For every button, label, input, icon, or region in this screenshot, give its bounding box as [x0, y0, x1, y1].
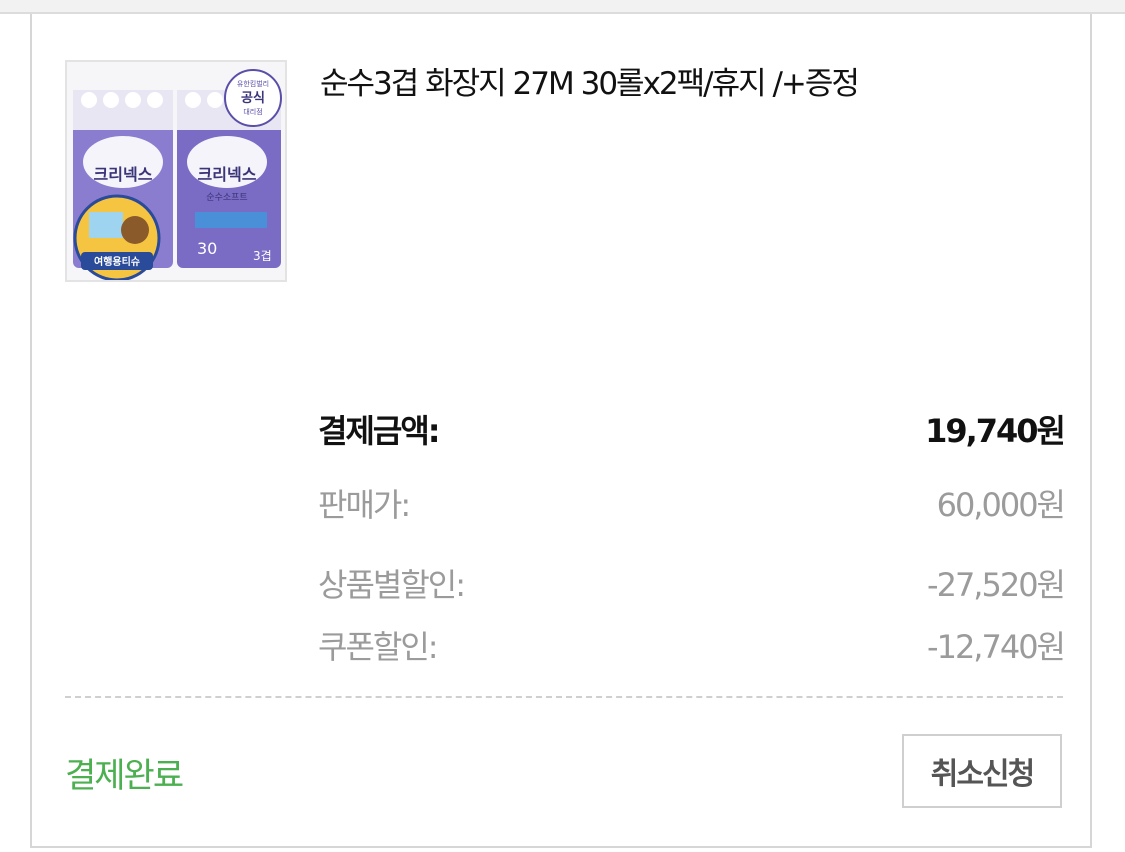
- sub-brand-text: 순수소프트: [206, 192, 247, 203]
- ply-text: 3겹: [253, 249, 272, 263]
- brand-text-left: 크리넥스: [94, 165, 153, 184]
- sale-price-row: 판매가: 60,000원: [318, 480, 1066, 524]
- total-price-label: 결제금액:: [318, 412, 441, 450]
- total-price-value: 19,740원: [925, 412, 1066, 450]
- cancel-request-button[interactable]: 취소신청: [902, 734, 1062, 808]
- order-card: 크리넥스 크리넥스 순수소프트 30 3겹 유한킴벌리 공식 대리점 여행용티슈: [30, 14, 1092, 848]
- sale-price-label: 판매가:: [318, 486, 411, 524]
- gift-label: 여행용티슈: [94, 255, 140, 268]
- badge-line3: 대리점: [243, 107, 262, 116]
- badge-line1: 유한킴벌리: [237, 79, 269, 88]
- total-price-row: 결제금액: 19,740원: [318, 406, 1066, 450]
- product-image: 크리넥스 크리넥스 순수소프트 30 3겹 유한킴벌리 공식 대리점 여행용티슈: [73, 69, 282, 280]
- order-status: 결제완료: [65, 756, 184, 796]
- badge-line2: 공식: [241, 90, 265, 106]
- coupon-discount-row: 쿠폰할인: -12,740원: [318, 622, 1066, 666]
- roll-count-text: 30: [197, 239, 217, 258]
- product-discount-label: 상품별할인:: [318, 566, 466, 604]
- coupon-discount-value: -12,740원: [927, 628, 1066, 666]
- top-divider: [0, 0, 1125, 14]
- coupon-discount-label: 쿠폰할인:: [318, 628, 439, 666]
- product-discount-value: -27,520원: [927, 566, 1066, 604]
- sale-price-value: 60,000원: [936, 486, 1066, 524]
- product-title[interactable]: 순수3겹 화장지 27M 30롤x2팩/휴지 /+증정: [320, 58, 860, 103]
- brand-text-right: 크리넥스: [198, 165, 257, 184]
- product-discount-row: 상품별할인: -27,520원: [318, 560, 1066, 604]
- product-thumbnail[interactable]: 크리넥스 크리넥스 순수소프트 30 3겹 유한킴벌리 공식 대리점 여행용티슈: [65, 60, 287, 282]
- dashed-divider: [65, 696, 1063, 698]
